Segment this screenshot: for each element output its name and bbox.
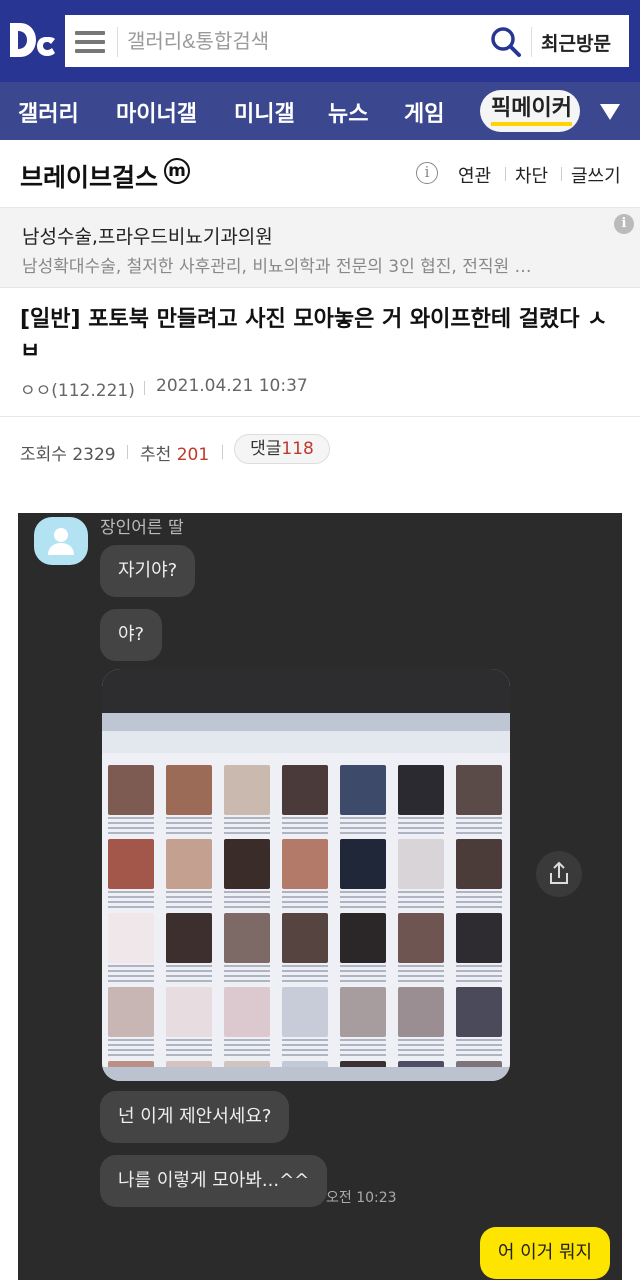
divider xyxy=(144,381,145,395)
recommend-count: 추천 201 xyxy=(140,440,209,465)
views-label: 조회수 xyxy=(20,445,67,465)
post-title: [일반] 포토북 만들려고 사진 모아놓은 거 와이프한테 걸렸다 ㅅㅂ xyxy=(20,307,608,360)
thumbnail xyxy=(394,765,448,837)
chat-bubble: 야? xyxy=(100,609,163,661)
chat-bubble: 자기야? xyxy=(100,545,196,597)
ad-description: 남성확대수술, 철저한 사후관리, 비뇨의학과 전문의 3인 협진, 전직원 … xyxy=(22,257,532,277)
nav-item-pickmaker[interactable]: 픽메이커 xyxy=(480,90,580,132)
nav-item-game[interactable]: 게임 xyxy=(404,96,444,128)
shared-photo xyxy=(102,669,510,1081)
thumbnail xyxy=(394,987,448,1059)
sender-name: 장인어른 딸 xyxy=(100,518,184,538)
gallery-header: 브레이브걸스 m i 연관 차단 글쓰기 xyxy=(0,140,640,208)
nav-item-mini-gallery[interactable]: 미니갤 xyxy=(234,96,295,128)
minor-gallery-badge: m xyxy=(164,158,190,184)
recommend-label: 추천 xyxy=(140,445,172,465)
photo-address-bar xyxy=(102,713,510,731)
thumbnail xyxy=(104,765,158,837)
main-nav: 갤러리 마이너갤 미니갤 뉴스 게임 픽메이커 xyxy=(0,82,640,140)
share-button[interactable] xyxy=(536,851,582,897)
search-icon[interactable] xyxy=(489,25,523,59)
thumbnail xyxy=(394,839,448,911)
share-icon xyxy=(550,861,568,884)
site-logo[interactable] xyxy=(6,14,58,66)
divider xyxy=(117,27,118,57)
nav-item-label: 픽메이커 xyxy=(491,96,572,126)
info-icon[interactable]: i xyxy=(416,162,438,184)
thumbnail xyxy=(278,765,332,837)
thumbnail xyxy=(104,913,158,985)
block-link[interactable]: 차단 xyxy=(515,162,548,188)
menu-icon[interactable] xyxy=(71,27,109,57)
thumbnail xyxy=(278,987,332,1059)
thumbnail xyxy=(220,987,274,1059)
nav-item-minor-gallery[interactable]: 마이너갤 xyxy=(116,96,197,128)
post-image-chat-screenshot: 장인어른 딸 자기야? 야? 넌 이게 제안서세요? 나를 이렇게 모아봐...… xyxy=(18,513,622,1280)
thumbnail xyxy=(104,839,158,911)
nav-item-gallery[interactable]: 갤러리 xyxy=(18,96,79,128)
thumbnail xyxy=(336,839,390,911)
chat-bubble: 나를 이렇게 모아봐...^^ xyxy=(100,1155,328,1207)
gallery-title[interactable]: 브레이브걸스 xyxy=(20,158,158,194)
post-date: 2021.04.21 10:37 xyxy=(156,376,308,396)
thumbnail xyxy=(220,839,274,911)
message-timestamp: 오전 10:23 xyxy=(326,1190,397,1206)
nav-item-news[interactable]: 뉴스 xyxy=(328,96,368,128)
top-header: 최근방문 xyxy=(0,0,640,82)
thumbnail xyxy=(278,839,332,911)
related-link[interactable]: 연관 xyxy=(458,162,491,188)
comment-count-button[interactable]: 댓글118 xyxy=(234,434,330,464)
ad-info-icon[interactable]: i xyxy=(614,214,634,234)
thumbnail xyxy=(452,913,506,985)
thumbnail xyxy=(104,987,158,1059)
person-icon xyxy=(48,528,74,555)
my-chat-bubble: 어 이거 뭐지 xyxy=(480,1227,610,1279)
post-author[interactable]: ㅇㅇ(112.221) xyxy=(20,376,135,401)
thumbnail xyxy=(452,987,506,1059)
thumbnail xyxy=(452,839,506,911)
recommend-value: 201 xyxy=(176,445,210,465)
photo-footer xyxy=(102,1067,510,1081)
search-input[interactable] xyxy=(127,25,467,59)
thumbnail xyxy=(336,765,390,837)
comments-value: 118 xyxy=(281,439,314,459)
thumbnail xyxy=(162,765,216,837)
thumbnail xyxy=(162,839,216,911)
divider xyxy=(531,27,532,57)
thumbnail xyxy=(394,913,448,985)
divider xyxy=(505,167,506,181)
thumbnail xyxy=(336,987,390,1059)
photo-top xyxy=(102,669,510,713)
thumbnail xyxy=(220,913,274,985)
view-count: 조회수 2329 xyxy=(20,440,116,465)
write-link[interactable]: 글쓰기 xyxy=(571,162,621,188)
divider xyxy=(561,167,562,181)
thumbnail xyxy=(278,913,332,985)
ad-title: 남성수술,프라우드비뇨기과의원 xyxy=(22,226,273,248)
search-box: 최근방문 xyxy=(62,12,632,70)
photo-thumbnail-grid xyxy=(102,765,510,1081)
divider xyxy=(0,416,640,417)
divider xyxy=(127,445,128,459)
ad-banner[interactable]: 남성수술,프라우드비뇨기과의원 남성확대수술, 철저한 사후관리, 비뇨의학과 … xyxy=(0,208,640,288)
thumbnail xyxy=(220,765,274,837)
chat-bubble: 넌 이게 제안서세요? xyxy=(100,1091,290,1143)
thumbnail xyxy=(452,765,506,837)
views-value: 2329 xyxy=(72,445,116,465)
more-arrow-icon[interactable] xyxy=(600,104,620,120)
avatar xyxy=(34,517,88,565)
divider xyxy=(222,445,223,459)
photo-toolbar xyxy=(102,731,510,753)
thumbnail xyxy=(162,913,216,985)
thumbnail xyxy=(336,913,390,985)
comments-label: 댓글 xyxy=(250,439,282,459)
recent-visit-button[interactable]: 최근방문 xyxy=(541,29,611,56)
thumbnail xyxy=(162,987,216,1059)
